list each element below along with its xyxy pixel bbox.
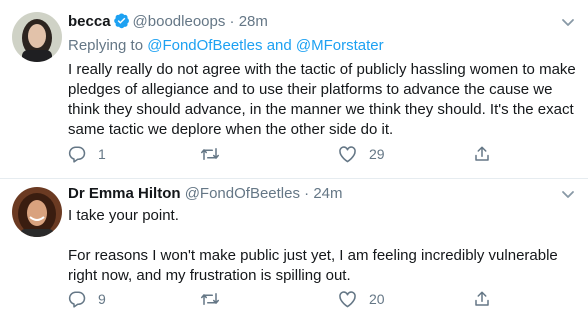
replying-to-label: Replying to xyxy=(68,37,144,54)
like-button[interactable]: 20 xyxy=(338,290,385,308)
tweet-header: Dr Emma Hilton @FondOfBeetles · 24m xyxy=(68,184,343,204)
tweet-header: becca @boodleoops · 28m xyxy=(68,12,268,35)
verified-badge-icon xyxy=(113,12,130,35)
tweet-text: I take your point. For reasons I won't m… xyxy=(68,206,576,286)
retweet-button[interactable] xyxy=(200,145,232,163)
like-count: 29 xyxy=(369,146,385,162)
tweet-paragraph: For reasons I won't make public just yet… xyxy=(68,247,558,284)
tweet[interactable]: Dr Emma Hilton @FondOfBeetles · 24m I ta… xyxy=(0,179,588,327)
reply-button[interactable]: 1 xyxy=(68,145,106,163)
retweet-icon xyxy=(201,293,219,305)
like-button[interactable]: 29 xyxy=(338,145,385,163)
retweet-button[interactable] xyxy=(200,290,232,308)
mention-link[interactable]: @FondOfBeetles xyxy=(147,37,262,54)
caret-down-icon[interactable] xyxy=(560,186,576,202)
separator: · xyxy=(229,13,235,30)
like-icon xyxy=(339,146,356,163)
action-bar: 1 29 xyxy=(68,145,508,165)
display-name[interactable]: becca xyxy=(68,13,111,30)
tweet-text: I really really do not agree with the ta… xyxy=(68,60,576,140)
reply-button[interactable]: 9 xyxy=(68,290,106,308)
tweet-paragraph: I really really do not agree with the ta… xyxy=(68,61,576,138)
timestamp[interactable]: 28m xyxy=(239,13,268,30)
display-name[interactable]: Dr Emma Hilton xyxy=(68,185,181,202)
reply-icon xyxy=(68,291,86,308)
handle[interactable]: @boodleoops xyxy=(133,13,226,30)
avatar[interactable] xyxy=(12,187,62,237)
avatar[interactable] xyxy=(12,12,62,62)
reply-count: 9 xyxy=(98,291,106,307)
handle[interactable]: @FondOfBeetles xyxy=(185,185,300,202)
share-button[interactable] xyxy=(473,145,491,163)
action-bar: 9 20 xyxy=(68,290,508,310)
timestamp[interactable]: 24m xyxy=(313,185,342,202)
share-icon xyxy=(475,291,489,306)
reply-count: 1 xyxy=(98,146,106,162)
retweet-icon xyxy=(201,148,219,160)
like-icon xyxy=(339,291,356,308)
mention-and: and xyxy=(266,37,292,54)
reply-icon xyxy=(68,146,86,163)
mention-link[interactable]: @MForstater xyxy=(296,37,384,54)
caret-down-icon[interactable] xyxy=(560,14,576,30)
like-count: 20 xyxy=(369,291,385,307)
share-icon xyxy=(475,146,489,161)
replying-to: Replying to @FondOfBeetles and @MForstat… xyxy=(68,36,384,56)
tweet-paragraph: I take your point. xyxy=(68,207,179,224)
separator: · xyxy=(304,185,310,202)
tweet[interactable]: becca @boodleoops · 28m Replying to @Fond… xyxy=(0,0,588,179)
share-button[interactable] xyxy=(473,290,491,308)
